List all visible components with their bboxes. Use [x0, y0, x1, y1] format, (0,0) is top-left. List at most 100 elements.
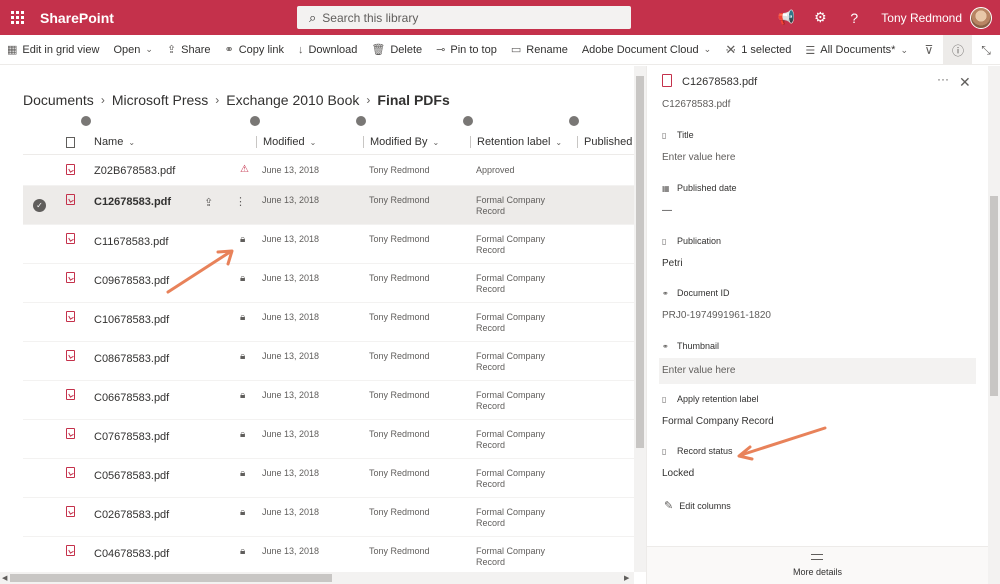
download-button[interactable]: ↓ Download: [291, 35, 364, 65]
table-row[interactable]: C02678583.pdf 🔒︎ June 13, 2018 Tony Redmond…: [23, 498, 634, 537]
file-name[interactable]: C05678583.pdf: [94, 470, 169, 482]
column-name[interactable]: Name ⌄: [94, 129, 135, 155]
file-type-icon[interactable]: [66, 129, 75, 155]
open-button[interactable]: Open ⌄: [106, 35, 159, 65]
file-name[interactable]: C11678583.pdf: [94, 236, 168, 248]
command-bar: ▦ Edit in grid view Open ⌄ ⇪ Share ⚭ Copy li…: [0, 35, 1000, 65]
retention-label-field[interactable]: Formal Company Record: [662, 416, 976, 432]
modified-by[interactable]: Tony Redmond: [369, 165, 430, 175]
pane-title: C12678583.pdf: [682, 76, 758, 88]
app-name[interactable]: SharePoint: [40, 10, 114, 26]
filter-icon[interactable]: ⊽: [915, 35, 943, 65]
table-row[interactable]: C08678583.pdf 🔒︎ June 13, 2018 Tony Redmond…: [23, 342, 634, 381]
pane-vertical-scrollbar[interactable]: [988, 66, 1000, 584]
pin-to-top-button[interactable]: ⊸ Pin to top: [429, 35, 504, 65]
file-name[interactable]: Z02B678583.pdf: [94, 165, 175, 177]
modified-by[interactable]: Tony Redmond: [369, 312, 430, 322]
edit-columns-label: Edit columns: [679, 500, 731, 511]
breadcrumb-exchange-book[interactable]: Exchange 2010 Book: [226, 92, 359, 108]
column-published[interactable]: Published d: [577, 129, 634, 155]
scroll-left-icon[interactable]: ◀: [2, 574, 7, 582]
file-name[interactable]: C12678583.pdf: [94, 196, 171, 208]
table-row[interactable]: C11678583.pdf 🔒︎ June 13, 2018 Tony Redmond…: [23, 225, 634, 264]
property-apply-retention-label: ▯ Apply retention label Formal Company Re…: [662, 394, 976, 432]
retention-label: Formal Company Record: [476, 234, 546, 255]
clear-selection-button[interactable]: ✕ 1 selected: [718, 35, 798, 65]
lock-icon: 🔒︎: [240, 507, 246, 518]
breadcrumb-documents[interactable]: Documents: [23, 92, 94, 108]
view-switcher[interactable]: ☰ All Documents* ⌄: [798, 35, 915, 65]
table-row[interactable]: C07678583.pdf 🔒︎ June 13, 2018 Tony Redmond…: [23, 420, 634, 459]
search-input[interactable]: ⌕ Search this library: [297, 6, 631, 29]
edit-grid-button[interactable]: ▦ Edit in grid view: [0, 35, 106, 65]
list-vertical-scrollbar[interactable]: [634, 66, 646, 572]
delete-button[interactable]: 🗑 Delete: [364, 35, 429, 65]
file-name[interactable]: C04678583.pdf: [94, 548, 169, 560]
property-label: Record status: [677, 446, 733, 456]
property-label: Apply retention label: [677, 394, 759, 404]
more-vertical-icon[interactable]: ⋮: [235, 195, 246, 208]
table-row[interactable]: C05678583.pdf 🔒︎ June 13, 2018 Tony Redmond…: [23, 459, 634, 498]
list-horizontal-scrollbar[interactable]: ◀ ▶: [0, 572, 634, 584]
file-name[interactable]: C02678583.pdf: [94, 509, 169, 521]
rename-button[interactable]: ▭ Rename: [504, 35, 575, 65]
close-icon[interactable]: ✕: [959, 74, 971, 91]
share-button[interactable]: ⇪ Share: [160, 35, 218, 65]
breadcrumb-microsoft-press[interactable]: Microsoft Press: [112, 92, 208, 108]
thumbnail-field[interactable]: Enter value here: [659, 358, 976, 384]
modified-by[interactable]: Tony Redmond: [369, 234, 430, 244]
modified-by[interactable]: Tony Redmond: [369, 507, 430, 517]
scroll-right-icon[interactable]: ▶: [624, 574, 629, 582]
file-name[interactable]: C09678583.pdf: [94, 275, 169, 287]
avatar[interactable]: [970, 6, 992, 29]
scrollbar-thumb[interactable]: [990, 196, 998, 396]
app-launcher-icon[interactable]: [0, 0, 34, 35]
drag-handle-icon[interactable]: [811, 554, 823, 560]
info-icon[interactable]: ⓘ: [944, 35, 972, 65]
publication-field[interactable]: Petri: [662, 258, 976, 274]
rename-label: Rename: [526, 43, 568, 56]
column-modified[interactable]: Modified ⌄: [256, 129, 316, 155]
edit-columns-link[interactable]: ✎ Edit columns: [664, 499, 731, 512]
column-modified-by[interactable]: Modified By ⌄: [363, 129, 439, 155]
table-row[interactable]: C06678583.pdf 🔒︎ June 13, 2018 Tony Redmond…: [23, 381, 634, 420]
modified-by[interactable]: Tony Redmond: [369, 195, 430, 205]
modified-by[interactable]: Tony Redmond: [369, 429, 430, 439]
published-date-field[interactable]: —: [662, 205, 976, 221]
modified-by[interactable]: Tony Redmond: [369, 351, 430, 361]
chevron-down-icon: ⌄: [555, 137, 563, 147]
table-row[interactable]: C04678583.pdf 🔒︎ June 13, 2018 Tony Redmond…: [23, 537, 634, 572]
title-field[interactable]: Enter value here: [662, 152, 976, 168]
column-retention[interactable]: Retention label ⌄: [470, 129, 562, 155]
copy-link-button[interactable]: ⚭ Copy link: [218, 35, 291, 65]
pane-filename: C12678583.pdf: [662, 99, 731, 110]
more-icon[interactable]: ···: [937, 72, 949, 86]
column-marker-dot: [81, 116, 91, 126]
adobe-document-cloud-button[interactable]: Adobe Document Cloud ⌄: [575, 35, 718, 65]
file-name[interactable]: C07678583.pdf: [94, 431, 169, 443]
modified-by[interactable]: Tony Redmond: [369, 390, 430, 400]
collapse-icon[interactable]: ⤡: [972, 35, 1000, 65]
scrollbar-thumb[interactable]: [10, 574, 332, 582]
modified-by[interactable]: Tony Redmond: [369, 273, 430, 283]
file-name[interactable]: C10678583.pdf: [94, 314, 169, 326]
gear-icon[interactable]: ⚙: [803, 0, 837, 35]
table-row[interactable]: ✓ C12678583.pdf ⇪ ⋮ June 13, 2018 Tony Redmon…: [23, 186, 634, 225]
file-name[interactable]: C06678583.pdf: [94, 392, 169, 404]
share-icon[interactable]: ⇪: [204, 196, 213, 209]
user-name[interactable]: Tony Redmond: [881, 11, 962, 25]
help-icon[interactable]: ?: [837, 0, 871, 35]
table-row[interactable]: C10678583.pdf 🔒︎ June 13, 2018 Tony Redmond…: [23, 303, 634, 342]
chevron-down-icon: ⌄: [900, 44, 908, 55]
table-row[interactable]: C09678583.pdf 🔒︎ June 13, 2018 Tony Redmond…: [23, 264, 634, 303]
table-row[interactable]: Z02B678583.pdf ⚠ June 13, 2018 Tony Redmond…: [23, 155, 634, 186]
download-icon: ↓: [297, 43, 304, 56]
megaphone-icon[interactable]: 📢: [769, 0, 803, 35]
more-details-link[interactable]: More details: [647, 567, 988, 577]
file-name[interactable]: C08678583.pdf: [94, 353, 169, 365]
record-status-field[interactable]: Locked: [662, 468, 976, 484]
modified-by[interactable]: Tony Redmond: [369, 546, 430, 556]
modified-by[interactable]: Tony Redmond: [369, 468, 430, 478]
row-check-icon[interactable]: ✓: [33, 199, 46, 212]
scrollbar-thumb[interactable]: [636, 76, 644, 448]
